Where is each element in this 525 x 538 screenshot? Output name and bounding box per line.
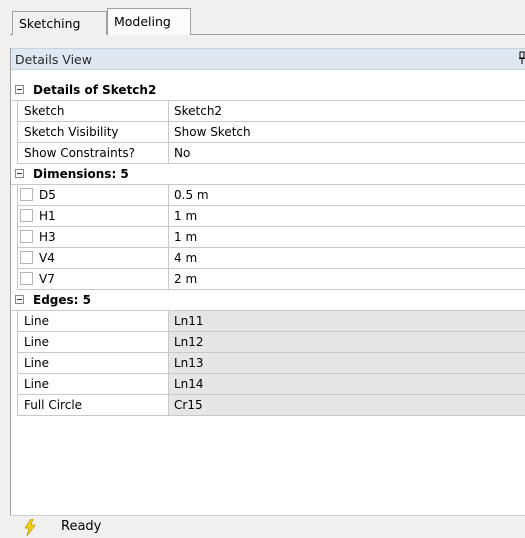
dimension-checkbox[interactable]: [20, 251, 33, 264]
dimension-label: V4: [39, 251, 55, 265]
property-row[interactable]: Sketch Sketch2: [17, 101, 525, 122]
property-value[interactable]: No: [169, 143, 525, 163]
property-value: Ln13: [169, 353, 525, 373]
category-label: Edges: 5: [33, 293, 91, 307]
property-value: Ln14: [169, 374, 525, 394]
dimension-label: V7: [39, 272, 55, 286]
dimension-row[interactable]: D5 0.5 m: [17, 185, 525, 206]
category-dimensions[interactable]: Dimensions: 5: [11, 164, 525, 185]
dimension-checkbox[interactable]: [20, 188, 33, 201]
property-value[interactable]: 0.5 m: [169, 185, 525, 205]
property-name: Line: [18, 311, 169, 331]
dimension-label: H1: [39, 209, 56, 223]
dimension-checkbox[interactable]: [20, 272, 33, 285]
tab-sketching[interactable]: Sketching: [12, 11, 107, 35]
dimension-checkbox[interactable]: [20, 209, 33, 222]
property-name: V7: [18, 269, 169, 289]
property-name: Sketch: [18, 101, 169, 121]
property-name: Show Constraints?: [18, 143, 169, 163]
status-text: Ready: [61, 519, 102, 534]
property-row[interactable]: Show Constraints? No: [17, 143, 525, 164]
dimension-row[interactable]: H3 1 m: [17, 227, 525, 248]
dimension-label: D5: [39, 188, 56, 202]
property-value[interactable]: 1 m: [169, 227, 525, 247]
property-value: Ln12: [169, 332, 525, 352]
pin-icon[interactable]: [519, 51, 525, 65]
property-row[interactable]: Sketch Visibility Show Sketch: [17, 122, 525, 143]
property-value[interactable]: 2 m: [169, 269, 525, 289]
panel-title: Details View: [15, 52, 92, 67]
edge-row[interactable]: Line Ln14: [17, 374, 525, 395]
collapse-icon[interactable]: [15, 169, 24, 178]
category-edges[interactable]: Edges: 5: [11, 290, 525, 311]
property-value[interactable]: 1 m: [169, 206, 525, 226]
collapse-icon[interactable]: [15, 85, 24, 94]
edge-row[interactable]: Line Ln11: [17, 311, 525, 332]
property-name: Line: [18, 374, 169, 394]
property-name: Line: [18, 332, 169, 352]
property-name: V4: [18, 248, 169, 268]
property-value[interactable]: 4 m: [169, 248, 525, 268]
lightning-icon: [24, 519, 36, 536]
edge-row[interactable]: Line Ln12: [17, 332, 525, 353]
category-details[interactable]: Details of Sketch2: [11, 80, 525, 101]
property-name: Full Circle: [18, 395, 169, 415]
dimension-label: H3: [39, 230, 56, 244]
property-value[interactable]: Sketch2: [169, 101, 525, 121]
property-value: Ln11: [169, 311, 525, 331]
collapse-icon[interactable]: [15, 295, 24, 304]
property-value: Cr15: [169, 395, 525, 415]
dimension-row[interactable]: V7 2 m: [17, 269, 525, 290]
tab-bar: Sketching Modeling: [0, 0, 525, 40]
property-name: D5: [18, 185, 169, 205]
property-name: Sketch Visibility: [18, 122, 169, 142]
dimension-checkbox[interactable]: [20, 230, 33, 243]
dimension-row[interactable]: H1 1 m: [17, 206, 525, 227]
edge-row[interactable]: Line Ln13: [17, 353, 525, 374]
status-bar: Ready: [10, 515, 525, 538]
property-name: Line: [18, 353, 169, 373]
property-name: H1: [18, 206, 169, 226]
edge-row[interactable]: Full Circle Cr15: [17, 395, 525, 416]
category-label: Dimensions: 5: [33, 167, 129, 181]
property-value[interactable]: Show Sketch: [169, 122, 525, 142]
category-label: Details of Sketch2: [33, 83, 157, 97]
property-name: H3: [18, 227, 169, 247]
dimension-row[interactable]: V4 4 m: [17, 248, 525, 269]
details-view-header: Details View: [11, 48, 525, 70]
tab-modeling[interactable]: Modeling: [107, 8, 191, 35]
